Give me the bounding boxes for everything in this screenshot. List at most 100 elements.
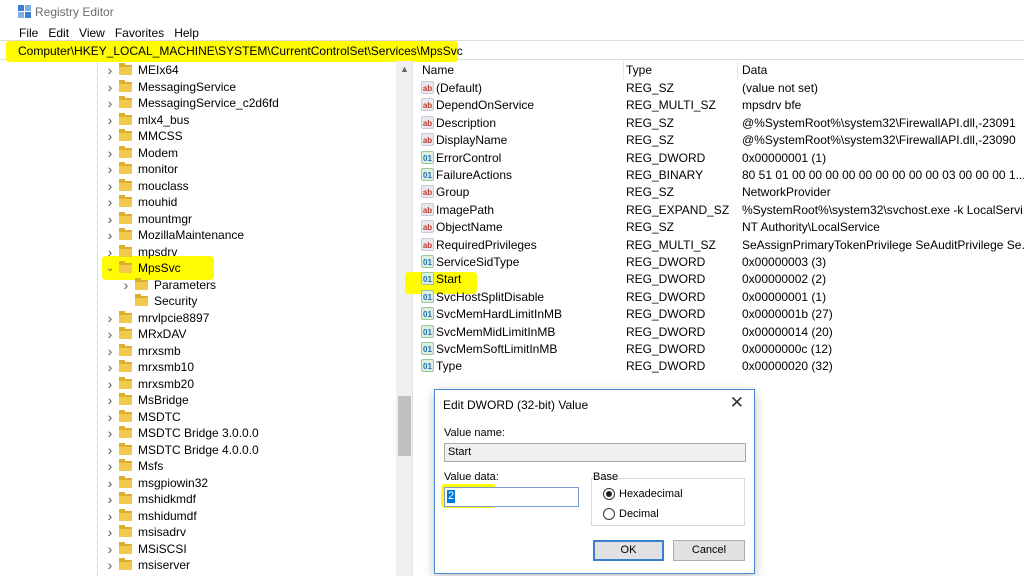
menu-help[interactable]: Help — [169, 26, 204, 40]
tree-item[interactable]: › MRxDAV — [104, 326, 187, 342]
value-row[interactable]: 01 SvcHostSplitDisable REG_DWORD 0x00000001… — [418, 289, 1024, 306]
tree-item[interactable]: › mpsdrv — [104, 244, 178, 260]
chevron-right-icon[interactable]: › — [104, 508, 116, 524]
tree-item[interactable]: › msisadrv — [104, 524, 186, 540]
chevron-down-icon[interactable]: ⌄ — [104, 263, 116, 274]
chevron-right-icon[interactable]: › — [104, 211, 116, 227]
tree-item[interactable]: › MSDTC Bridge 3.0.0.0 — [104, 425, 259, 441]
cancel-button[interactable]: Cancel — [673, 540, 745, 561]
tree-item[interactable]: › monitor — [104, 161, 178, 177]
chevron-right-icon[interactable]: › — [104, 557, 116, 573]
tree-item[interactable]: › MessagingService — [104, 79, 236, 95]
ok-button[interactable]: OK — [593, 540, 664, 561]
tree-item[interactable]: › mrxsmb20 — [104, 376, 194, 392]
menu-edit[interactable]: Edit — [43, 26, 74, 40]
value-row[interactable]: ab (Default) REG_SZ (value not set) — [418, 80, 1024, 97]
close-icon[interactable]: ✕ — [730, 393, 744, 413]
tree-item[interactable]: Security — [120, 293, 197, 309]
value-row[interactable]: ab DependOnService REG_MULTI_SZ mpsdrv bfe — [418, 97, 1024, 114]
value-row[interactable]: 01 SvcMemSoftLimitInMB REG_DWORD 0x0000000c… — [418, 341, 1024, 358]
column-header-data[interactable]: Data — [738, 61, 1024, 79]
value-data-text[interactable]: 2 — [447, 490, 456, 503]
chevron-right-icon[interactable]: › — [104, 409, 116, 425]
tree-item[interactable]: › mrxsmb — [104, 343, 181, 359]
tree-item[interactable]: › mouclass — [104, 178, 189, 194]
chevron-right-icon[interactable]: › — [104, 178, 116, 194]
value-row[interactable]: ab RequiredPrivileges REG_MULTI_SZ SeAssign… — [418, 237, 1024, 254]
tree-item[interactable]: › MozillaMaintenance — [104, 227, 244, 243]
tree-scrollbar[interactable]: ▲ — [396, 61, 412, 576]
chevron-right-icon[interactable]: › — [104, 475, 116, 491]
chevron-right-icon[interactable]: › — [120, 277, 132, 293]
chevron-right-icon[interactable]: › — [104, 425, 116, 441]
tree-item[interactable]: › Modem — [104, 145, 178, 161]
scroll-thumb[interactable] — [398, 396, 411, 456]
chevron-right-icon[interactable]: › — [104, 62, 116, 78]
menu-view[interactable]: View — [74, 26, 110, 40]
menu-favorites[interactable]: Favorites — [110, 26, 169, 40]
menu-file[interactable]: File — [14, 26, 43, 40]
value-row[interactable]: 01 SvcMemHardLimitInMB REG_DWORD 0x0000001b… — [418, 306, 1024, 323]
value-row[interactable]: ab Description REG_SZ @%SystemRoot%\system3… — [418, 115, 1024, 132]
tree-item[interactable]: ⌄ MpsSvc — [104, 260, 181, 276]
value-row[interactable]: ab DisplayName REG_SZ @%SystemRoot%\system3… — [418, 132, 1024, 149]
address-path[interactable]: Computer\HKEY_LOCAL_MACHINE\SYSTEM\Curre… — [18, 44, 463, 58]
tree-item[interactable]: › MSDTC Bridge 4.0.0.0 — [104, 442, 259, 458]
chevron-right-icon[interactable]: › — [104, 458, 116, 474]
chevron-right-icon[interactable]: › — [104, 194, 116, 210]
value-row[interactable]: ab ImagePath REG_EXPAND_SZ %SystemRoot%\sys… — [418, 202, 1024, 219]
tree-item[interactable]: › MEIx64 — [104, 62, 179, 78]
tree-item[interactable]: › MMCSS — [104, 128, 183, 144]
tree-item[interactable]: › Parameters — [120, 277, 216, 293]
tree-item[interactable]: › mshidkmdf — [104, 491, 196, 507]
tree-item[interactable]: › mountmgr — [104, 211, 192, 227]
decimal-radio[interactable]: Decimal — [603, 508, 659, 520]
value-data-input[interactable]: 2 — [444, 487, 579, 507]
chevron-right-icon[interactable]: › — [104, 244, 116, 260]
address-bar[interactable]: Computer\HKEY_LOCAL_MACHINE\SYSTEM\Curre… — [0, 40, 1024, 62]
chevron-right-icon[interactable]: › — [104, 145, 116, 161]
scroll-up-icon[interactable]: ▲ — [396, 61, 412, 78]
chevron-right-icon[interactable]: › — [104, 112, 116, 128]
chevron-right-icon[interactable]: › — [104, 491, 116, 507]
value-row[interactable]: 01 SvcMemMidLimitInMB REG_DWORD 0x00000014 … — [418, 324, 1024, 341]
column-header-type[interactable]: Type — [622, 61, 738, 79]
tree-item[interactable]: › MSDTC — [104, 409, 181, 425]
chevron-right-icon[interactable]: › — [104, 343, 116, 359]
hexadecimal-radio[interactable]: Hexadecimal — [603, 488, 683, 500]
chevron-right-icon[interactable]: › — [104, 79, 116, 95]
chevron-right-icon[interactable]: › — [104, 359, 116, 375]
chevron-right-icon[interactable]: › — [104, 442, 116, 458]
chevron-right-icon[interactable]: › — [104, 392, 116, 408]
tree-item[interactable]: › Msfs — [104, 458, 164, 474]
tree-item[interactable]: › msgpiowin32 — [104, 475, 208, 491]
tree-item[interactable]: › msiserver — [104, 557, 190, 573]
tree-item[interactable]: › MessagingService_c2d6fd — [104, 95, 279, 111]
radio-unselected-icon[interactable] — [603, 508, 615, 520]
value-row[interactable]: ab ObjectName REG_SZ NT Authority\LocalServ… — [418, 219, 1024, 236]
tree-item[interactable]: › mrxsmb10 — [104, 359, 194, 375]
chevron-right-icon[interactable]: › — [104, 524, 116, 540]
chevron-right-icon[interactable]: › — [104, 541, 116, 557]
chevron-right-icon[interactable]: › — [104, 376, 116, 392]
tree-item[interactable]: › mrvlpcie8897 — [104, 310, 210, 326]
value-row[interactable]: 01 FailureActions REG_BINARY 80 51 01 00 00… — [418, 167, 1024, 184]
value-row[interactable]: 01 Type REG_DWORD 0x00000020 (32) — [418, 358, 1024, 375]
chevron-right-icon[interactable]: › — [104, 310, 116, 326]
value-row[interactable]: 01 ServiceSidType REG_DWORD 0x00000003 (3) — [418, 254, 1024, 271]
column-header-name[interactable]: Name — [418, 61, 624, 79]
chevron-right-icon[interactable]: › — [104, 128, 116, 144]
chevron-right-icon[interactable]: › — [104, 326, 116, 342]
value-row[interactable]: 01 Start REG_DWORD 0x00000002 (2) — [418, 271, 1024, 288]
value-row[interactable]: ab Group REG_SZ NetworkProvider — [418, 184, 1024, 201]
tree-item[interactable]: › MSiSCSI — [104, 541, 187, 557]
tree-item[interactable]: › MsBridge — [104, 392, 189, 408]
chevron-right-icon[interactable]: › — [104, 95, 116, 111]
tree-item[interactable]: › mouhid — [104, 194, 178, 210]
chevron-right-icon[interactable]: › — [104, 227, 116, 243]
tree-item[interactable]: › mshidumdf — [104, 508, 197, 524]
radio-selected-icon[interactable] — [603, 488, 615, 500]
tree-item[interactable]: › mlx4_bus — [104, 112, 190, 128]
chevron-right-icon[interactable]: › — [104, 161, 116, 177]
value-row[interactable]: 01 ErrorControl REG_DWORD 0x00000001 (1) — [418, 150, 1024, 167]
